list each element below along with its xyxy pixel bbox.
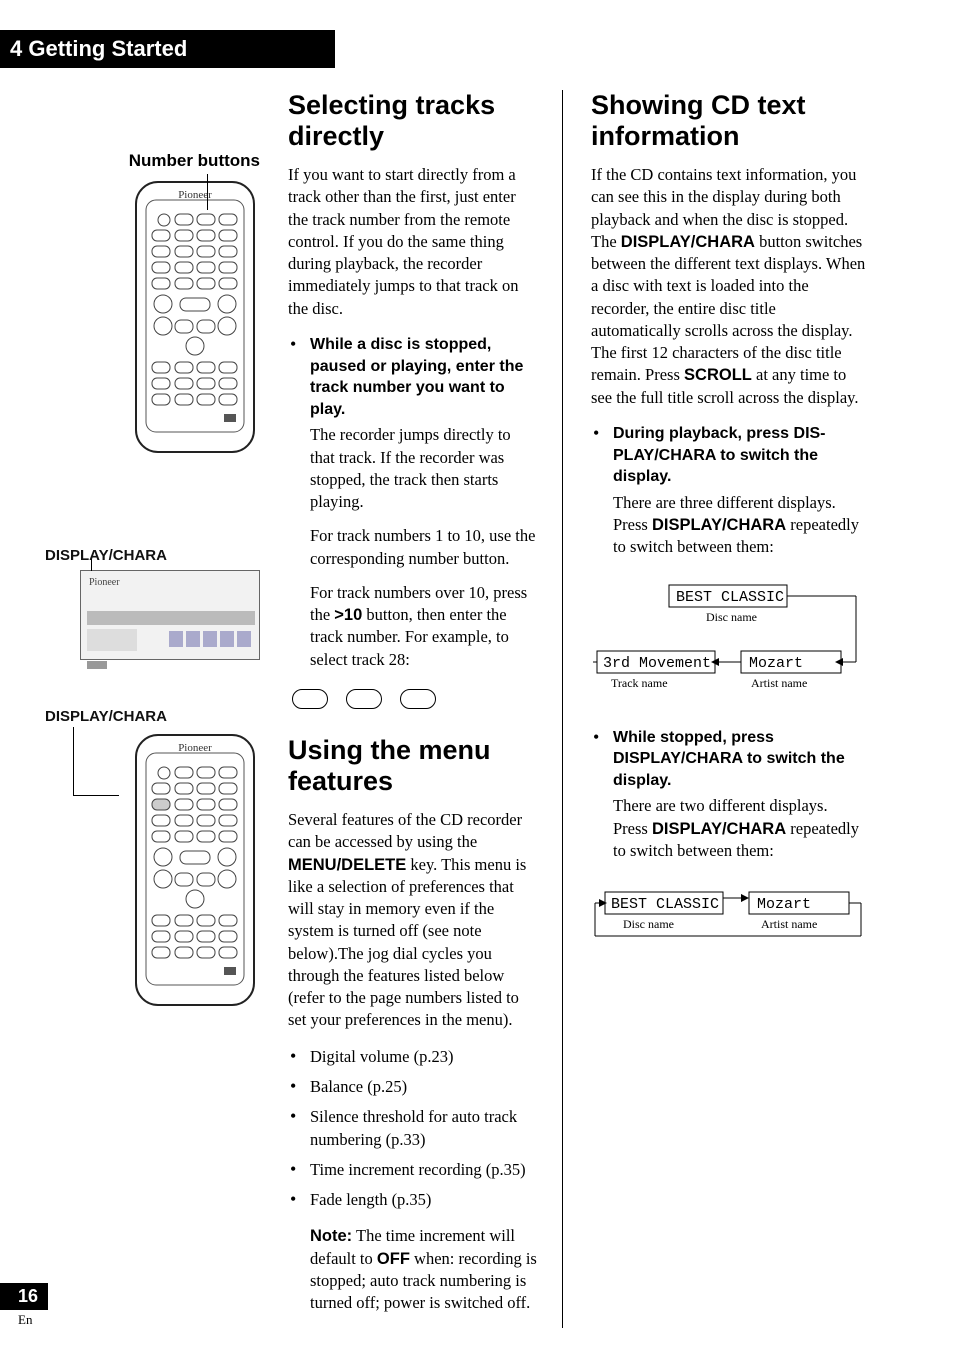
remote-button-icon xyxy=(400,689,436,709)
svg-text:Pioneer: Pioneer xyxy=(178,742,212,754)
list-item: •Digital volume (p.23) xyxy=(288,1046,538,1068)
bullet-icon: • xyxy=(288,334,310,683)
list-item: •Fade length (p.35) xyxy=(288,1189,538,1211)
bullet-item: • During playback, press DIS-PLAY/CHARA … xyxy=(591,423,866,571)
list-item-text: Silence threshold for auto track numberi… xyxy=(310,1106,538,1151)
bullet-lead: While a disc is stopped, paused or playi… xyxy=(310,334,538,420)
remote-icon: Pioneer xyxy=(130,731,260,1011)
body-text: Several features of the CD recorder can … xyxy=(288,809,538,1032)
cd-recorder-front-panel: Pioneer xyxy=(80,570,260,660)
display-cycle-diagram-playback: BEST CLASSIC Disc name 3rd Movement Trac… xyxy=(591,581,866,711)
body-text: If the CD contains text information, you… xyxy=(591,164,866,409)
bullet-body: There are three different displays. Pres… xyxy=(613,492,866,559)
page-language: En xyxy=(18,1312,48,1328)
list-item-text: Balance (p.25) xyxy=(310,1076,538,1098)
section-heading-using-menu: Using the menu features xyxy=(288,735,538,797)
display-chara-label-2: DISPLAY/CHARA xyxy=(45,708,260,725)
display-cycle-diagram-stopped: BEST CLASSIC Disc name Mozart Artist nam… xyxy=(591,884,866,954)
svg-text:Mozart: Mozart xyxy=(749,655,803,672)
remote-button-icon xyxy=(346,689,382,709)
bullet-icon: • xyxy=(591,423,613,571)
button-sequence-icon xyxy=(292,689,538,709)
svg-text:Disc name: Disc name xyxy=(623,917,674,931)
page-footer: 16 En xyxy=(0,1283,48,1328)
page-number: 16 xyxy=(0,1283,48,1310)
middle-column: Selecting tracks directly If you want to… xyxy=(288,90,563,1328)
list-item: •Time increment recording (p.35) xyxy=(288,1159,538,1181)
section-heading-cd-text: Showing CD text information xyxy=(591,90,866,152)
page-body: Number buttons Pioneer xyxy=(25,90,909,1328)
note-text: Note: The time increment will default to… xyxy=(310,1225,538,1314)
remote-icon: Pioneer xyxy=(130,178,260,458)
bullet-icon: • xyxy=(288,1046,310,1068)
list-item: •Balance (p.25) xyxy=(288,1076,538,1098)
svg-text:Track name: Track name xyxy=(611,676,668,690)
right-column: Showing CD text information If the CD co… xyxy=(591,90,866,1328)
bullet-item: • While a disc is stopped, paused or pla… xyxy=(288,334,538,683)
section-heading-selecting-tracks: Selecting tracks directly xyxy=(288,90,538,152)
chapter-title: Getting Started xyxy=(28,36,187,61)
bullet-item: • While stopped, press DISPLAY/CHARA to … xyxy=(591,727,866,875)
bullet-lead: During playback, press DIS-PLAY/CHARA to… xyxy=(613,423,866,488)
display-chara-label-1: DISPLAY/CHARA xyxy=(45,547,260,564)
remote-illustration-2: Pioneer xyxy=(45,731,260,1016)
svg-text:Artist name: Artist name xyxy=(761,917,817,931)
svg-text:BEST CLASSIC: BEST CLASSIC xyxy=(676,589,784,606)
body-text: If you want to start directly from a tra… xyxy=(288,164,538,320)
list-item: •Silence threshold for auto track number… xyxy=(288,1106,538,1151)
bullet-lead: While stopped, press DISPLAY/CHARA to sw… xyxy=(613,727,866,792)
bullet-body: The recorder jumps directly to that trac… xyxy=(310,424,538,513)
svg-text:BEST CLASSIC: BEST CLASSIC xyxy=(611,896,719,913)
bullet-icon: • xyxy=(288,1106,310,1151)
bullet-icon: • xyxy=(288,1076,310,1098)
bullet-body: For track numbers 1 to 10, use the corre… xyxy=(310,525,538,570)
bullet-icon: • xyxy=(591,727,613,875)
bullet-body: For track numbers over 10, press the >10… xyxy=(310,582,538,671)
chapter-tab: 4 Getting Started xyxy=(0,30,335,68)
list-item-text: Digital volume (p.23) xyxy=(310,1046,538,1068)
bullet-icon: • xyxy=(288,1159,310,1181)
left-column: Number buttons Pioneer xyxy=(45,90,260,1328)
svg-text:3rd Movement: 3rd Movement xyxy=(603,655,711,672)
list-item-text: Time increment recording (p.35) xyxy=(310,1159,538,1181)
menu-feature-list: •Digital volume (p.23)•Balance (p.25)•Si… xyxy=(288,1046,538,1212)
svg-text:Artist name: Artist name xyxy=(751,676,807,690)
list-item-text: Fade length (p.35) xyxy=(310,1189,538,1211)
bullet-body: There are two different displays. Press … xyxy=(613,795,866,862)
remote-illustration-1: Pioneer xyxy=(45,178,260,463)
number-buttons-label: Number buttons xyxy=(45,150,260,172)
bullet-icon: • xyxy=(288,1189,310,1211)
remote-button-icon xyxy=(292,689,328,709)
chapter-number: 4 xyxy=(10,36,22,61)
svg-text:Disc name: Disc name xyxy=(706,610,757,624)
svg-text:Mozart: Mozart xyxy=(757,896,811,913)
